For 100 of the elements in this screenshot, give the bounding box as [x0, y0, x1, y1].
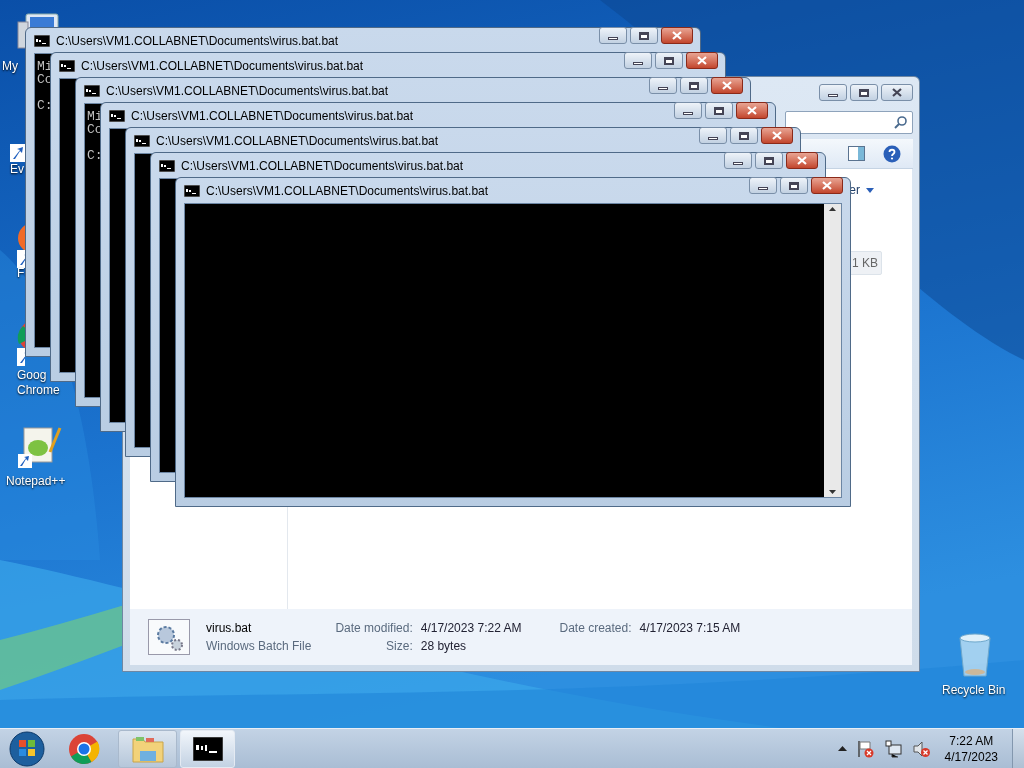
console-icon: [159, 159, 175, 172]
minimize-button[interactable]: [674, 102, 702, 119]
minimize-icon: [708, 136, 718, 140]
close-button[interactable]: [736, 102, 768, 119]
maximize-icon: [664, 56, 674, 65]
maximize-icon: [739, 131, 749, 140]
close-icon: [772, 131, 782, 140]
maximize-icon: [689, 81, 699, 90]
shortcut-arrow-icon[interactable]: [10, 144, 26, 162]
network-icon[interactable]: [884, 739, 903, 758]
maximize-button[interactable]: [780, 177, 808, 194]
console-icon: [192, 736, 223, 761]
desktop-icon-label[interactable]: Goog: [17, 368, 47, 383]
maximize-button[interactable]: [755, 152, 783, 169]
close-button[interactable]: [881, 84, 913, 101]
close-button[interactable]: [811, 177, 843, 194]
close-button[interactable]: [686, 52, 718, 69]
close-icon: [892, 88, 902, 97]
desktop-icon-label[interactable]: Notepad++: [6, 474, 66, 489]
maximize-button[interactable]: [680, 77, 708, 94]
preview-pane-icon[interactable]: [848, 146, 865, 161]
dropdown-caret-icon[interactable]: [866, 187, 874, 193]
minimize-icon: [633, 61, 643, 65]
close-icon: [822, 181, 832, 190]
detail-value: 4/17/2023 7:15 AM: [639, 620, 741, 637]
close-icon: [747, 106, 757, 115]
show-hidden-icons-icon[interactable]: [837, 746, 847, 751]
maximize-icon: [789, 181, 799, 190]
minimize-icon: [608, 36, 618, 40]
file-type: Windows Batch File: [206, 638, 312, 655]
notepad-icon[interactable]: [16, 424, 62, 470]
minimize-icon: [733, 161, 743, 165]
close-button[interactable]: [711, 77, 743, 94]
console-text: Mi: [87, 110, 103, 123]
detail-label: Size:: [386, 638, 413, 655]
close-icon: [672, 31, 682, 40]
folder-icon: [131, 734, 164, 763]
scroll-down-icon[interactable]: [829, 490, 836, 494]
window-title: C:\Users\VM1.COLLABNET\Documents\virus.bat.bat: [181, 157, 465, 175]
close-button[interactable]: [661, 27, 693, 44]
maximize-button[interactable]: [630, 27, 658, 44]
scroll-up-icon[interactable]: [829, 207, 836, 211]
console-text: Mi: [37, 60, 53, 73]
window-title: C:\Users\VM1.COLLABNET\Documents\virus.bat.bat: [56, 32, 340, 50]
close-icon: [722, 81, 732, 90]
maximize-button[interactable]: [705, 102, 733, 119]
console-icon: [84, 84, 100, 97]
console-icon: [34, 34, 50, 47]
flag-error-icon[interactable]: [856, 739, 875, 758]
minimize-icon: [683, 111, 693, 115]
desktop-icon-label[interactable]: Recycle Bin: [942, 683, 1006, 698]
desktop-icon-label[interactable]: F: [17, 266, 25, 281]
chrome-icon: [68, 732, 100, 765]
scrollbar[interactable]: [824, 204, 841, 497]
console-text: C:: [87, 149, 103, 162]
desktop-icon-label[interactable]: Chrome: [17, 383, 60, 398]
maximize-button[interactable]: [730, 127, 758, 144]
maximize-button[interactable]: [850, 84, 878, 101]
maximize-button[interactable]: [655, 52, 683, 69]
maximize-icon: [764, 156, 774, 165]
window-title: C:\Users\VM1.COLLABNET\Documents\virus.bat.bat: [131, 107, 415, 125]
speaker-muted-icon[interactable]: [912, 739, 931, 758]
window-title: C:\Users\VM1.COLLABNET\Documents\virus.bat.bat: [81, 57, 365, 75]
minimize-button[interactable]: [649, 77, 677, 94]
detail-value: 4/17/2023 7:22 AM: [420, 620, 522, 637]
detail-value: 28 bytes: [420, 638, 468, 655]
close-button[interactable]: [786, 152, 818, 169]
desktop-icon-label[interactable]: Ev: [10, 162, 24, 177]
maximize-icon: [859, 88, 869, 97]
detail-label: Date modified:: [335, 620, 413, 637]
desktop-icon-label[interactable]: My: [2, 59, 18, 74]
console-text: C:: [37, 99, 53, 112]
minimize-button[interactable]: [819, 84, 847, 101]
search-field[interactable]: [785, 110, 913, 134]
minimize-icon: [828, 93, 838, 97]
minimize-button[interactable]: [724, 152, 752, 169]
taskbar-console-button[interactable]: [180, 729, 235, 768]
console-icon: [59, 59, 75, 72]
console-icon: [184, 184, 200, 197]
minimize-button[interactable]: [749, 177, 777, 194]
gears-file-icon: [148, 619, 190, 655]
detail-label: Date created:: [559, 620, 632, 637]
minimize-button[interactable]: [624, 52, 652, 69]
maximize-icon: [639, 31, 649, 40]
window-title: C:\Users\VM1.COLLABNET\Documents\virus.bat.bat: [106, 82, 390, 100]
clock-time[interactable]: 7:22 AM: [949, 732, 994, 749]
minimize-icon: [758, 186, 768, 190]
minimize-button[interactable]: [699, 127, 727, 144]
window-title: C:\Users\VM1.COLLABNET\Documents\virus.bat.bat: [156, 132, 440, 150]
show-desktop-button[interactable]: [1012, 728, 1024, 768]
file-name: virus.bat: [206, 620, 253, 637]
minimize-button[interactable]: [599, 27, 627, 44]
console-icon: [134, 134, 150, 147]
maximize-icon: [714, 106, 724, 115]
clock-date[interactable]: 4/17/2023: [944, 748, 998, 765]
recycle-bin-icon[interactable]: [956, 632, 994, 678]
close-button[interactable]: [761, 127, 793, 144]
close-icon: [797, 156, 807, 165]
console-icon: [109, 109, 125, 122]
help-icon[interactable]: [883, 144, 901, 163]
